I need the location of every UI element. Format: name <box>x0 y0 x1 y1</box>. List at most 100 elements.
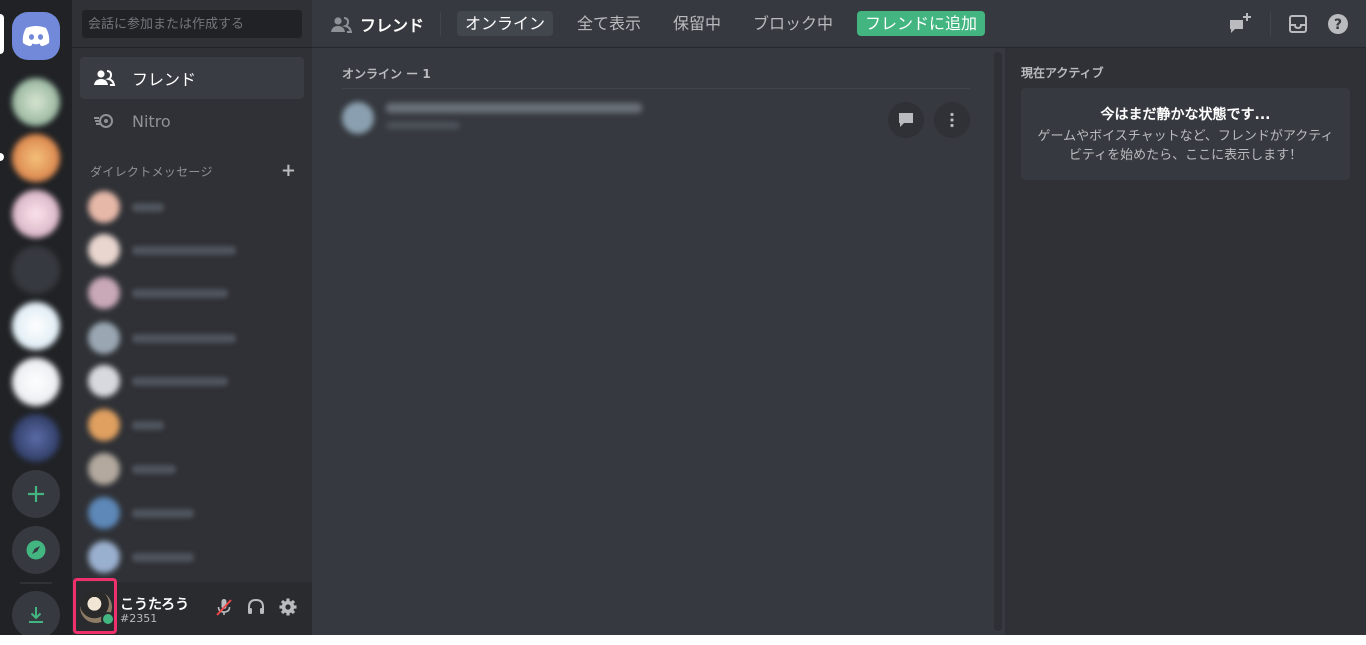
tab-all[interactable]: 全て表示 <box>569 11 649 36</box>
channel-sidebar: フレンド Nitro ダイレクトメッセージ + こうたろう #2351 <box>72 0 312 635</box>
dm-name <box>132 202 164 212</box>
svg-text:?: ? <box>1334 17 1342 33</box>
mute-button[interactable] <box>212 595 236 619</box>
avatar <box>88 365 120 397</box>
more-vertical-icon <box>950 112 954 128</box>
dm-name <box>132 420 164 430</box>
compass-icon <box>26 540 46 560</box>
username: こうたろう <box>120 597 190 613</box>
rail-separator <box>20 582 52 584</box>
dm-item[interactable] <box>80 317 304 359</box>
add-friend-button[interactable]: フレンドに追加 <box>857 11 986 36</box>
deafen-button[interactable] <box>244 595 268 619</box>
empty-state-title: 今はまだ静かな状態です... <box>1100 107 1271 123</box>
avatar <box>88 191 120 223</box>
dm-item[interactable] <box>80 229 304 271</box>
scrollbar-thumb[interactable] <box>994 52 1002 631</box>
avatar <box>342 102 374 134</box>
discord-app: フレンド Nitro ダイレクトメッセージ + こうたろう #2351 <box>0 0 1366 635</box>
add-server-button[interactable] <box>12 470 60 518</box>
friend-name <box>386 103 642 113</box>
friends-list: オンライン ー 1 <box>312 48 992 635</box>
dm-name <box>132 464 176 474</box>
server-icon[interactable] <box>12 134 60 182</box>
home-selected-indicator <box>0 14 4 54</box>
dm-item[interactable] <box>80 272 304 314</box>
explore-servers-button[interactable] <box>12 526 60 574</box>
friends-header: フレンド オンライン 全て表示 保留中 ブロック中 フレンドに追加 ? <box>312 0 1366 48</box>
dm-item[interactable] <box>80 492 304 534</box>
gear-icon <box>279 598 297 616</box>
headphones-icon <box>248 598 264 614</box>
discord-logo-icon <box>22 26 50 46</box>
tab-online[interactable]: オンライン <box>457 11 554 36</box>
header-divider <box>440 12 441 36</box>
plus-icon <box>28 486 44 502</box>
friends-icon <box>329 13 353 37</box>
server-icon[interactable] <box>12 190 60 238</box>
more-options-button[interactable] <box>934 102 970 138</box>
page-title: フレンド <box>360 16 425 35</box>
dm-item[interactable] <box>80 536 304 578</box>
dm-item[interactable] <box>80 404 304 446</box>
download-apps-button[interactable] <box>12 591 60 635</box>
search-input[interactable] <box>82 10 302 38</box>
inbox-icon[interactable] <box>1286 12 1310 36</box>
microphone-muted-icon <box>216 599 232 616</box>
tab-pending[interactable]: 保留中 <box>665 11 729 36</box>
dm-name <box>132 508 194 518</box>
dm-name <box>132 288 228 298</box>
server-icon[interactable] <box>12 246 60 294</box>
header-divider <box>1270 12 1271 36</box>
dm-header-label: ダイレクトメッセージ <box>90 164 213 179</box>
chat-bubble-icon <box>899 113 913 127</box>
message-button[interactable] <box>888 102 924 138</box>
dm-name <box>132 245 236 255</box>
dm-item[interactable] <box>80 360 304 402</box>
dm-header: ダイレクトメッセージ + <box>90 162 296 180</box>
download-icon <box>29 607 43 623</box>
dm-name <box>132 552 194 562</box>
server-icon[interactable] <box>12 302 60 350</box>
friends-icon <box>92 66 116 90</box>
home-button[interactable] <box>12 12 60 60</box>
active-now-panel: 現在アクティブ 今はまだ静かな状態です... ゲームやボイスチャットなど、フレン… <box>1005 48 1366 635</box>
avatar <box>88 541 120 573</box>
help-icon[interactable]: ? <box>1326 12 1350 36</box>
empty-state-text: ゲームやボイスチャットなど、フレンドがアクティビティを始めたら、ここに表示します… <box>1037 129 1334 163</box>
avatar <box>88 409 120 441</box>
server-icon[interactable] <box>12 358 60 406</box>
friend-status <box>386 122 460 129</box>
dm-item[interactable] <box>80 186 304 228</box>
avatar <box>88 322 120 354</box>
server-icon[interactable] <box>12 414 60 462</box>
unread-indicator <box>0 153 4 161</box>
sidebar-item-label: Nitro <box>132 111 171 131</box>
search-bar <box>72 0 312 48</box>
active-now-title: 現在アクティブ <box>1021 66 1104 80</box>
user-tag: #2351 <box>120 612 158 625</box>
sidebar-item-friends[interactable]: フレンド <box>80 57 304 99</box>
plus-icon[interactable]: + <box>281 162 296 180</box>
scrollbar[interactable] <box>992 48 1004 635</box>
empty-state-card: 今はまだ静かな状態です... ゲームやボイスチャットなど、フレンドがアクティビテ… <box>1021 88 1350 180</box>
friend-row[interactable] <box>342 90 970 150</box>
tab-blocked[interactable]: ブロック中 <box>745 11 841 36</box>
sidebar-item-label: フレンド <box>132 70 197 89</box>
dm-name <box>132 376 228 386</box>
nitro-icon <box>92 109 116 133</box>
avatar <box>88 234 120 266</box>
server-rail <box>0 0 72 635</box>
user-settings-button[interactable] <box>276 595 300 619</box>
highlight-box <box>73 578 117 634</box>
section-title: オンライン ー 1 <box>342 67 431 81</box>
sidebar-item-nitro[interactable]: Nitro <box>80 100 304 142</box>
section-divider <box>342 88 970 89</box>
server-icon[interactable] <box>12 78 60 126</box>
user-panel: こうたろう #2351 <box>72 578 312 635</box>
avatar <box>88 497 120 529</box>
avatar <box>88 277 120 309</box>
new-group-dm-icon[interactable] <box>1228 12 1252 36</box>
dm-name <box>132 333 236 343</box>
dm-item[interactable] <box>80 448 304 490</box>
